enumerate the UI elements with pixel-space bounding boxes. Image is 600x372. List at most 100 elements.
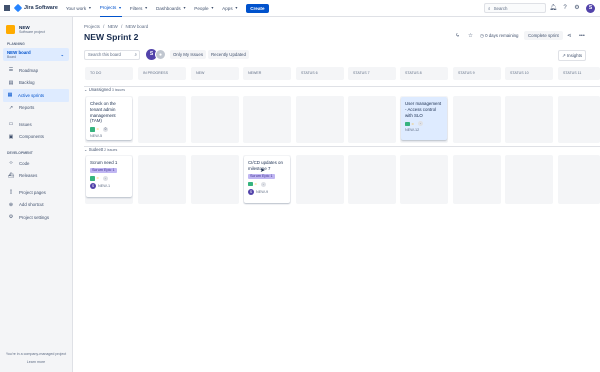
board-selector[interactable]: NEW board Board ⌄ [3, 48, 69, 61]
sidebar-item-components[interactable]: ▣ Components [0, 131, 72, 144]
story-icon [90, 176, 95, 181]
column-header[interactable]: STATUS 7 [348, 67, 396, 80]
nav-apps[interactable]: Apps ▼ [222, 6, 238, 11]
swimlane-header-unassigned[interactable]: ⌄ Unassigned3 issues [84, 87, 125, 92]
settings-icon[interactable]: ⚙ [573, 4, 581, 12]
jira-logo[interactable]: Jira Software [13, 3, 58, 13]
breadcrumb-board[interactable]: NEW board [126, 24, 149, 29]
issue-key[interactable]: NEW-5 [90, 134, 128, 138]
issue-summary: CI/CD updates on milestone 7 [248, 160, 283, 171]
global-search-input[interactable]: ⌕ Search [484, 3, 546, 13]
chevron-down-icon: ▼ [234, 6, 239, 10]
gear-icon: ⚙ [8, 214, 14, 221]
column-header[interactable]: STATUS 9 [453, 67, 501, 80]
company-managed-note: You're in a company-managed project [5, 352, 67, 356]
sidebar-item-roadmap[interactable]: ☰ Roadmap [0, 64, 72, 77]
board-cell [400, 155, 448, 204]
project-avatar-icon [6, 25, 15, 34]
sidebar-item-issues[interactable]: ▭ Issues [0, 118, 72, 131]
page-icon: ▯ [9, 189, 13, 196]
assignee-avatar: S [248, 188, 254, 195]
complete-sprint-button[interactable]: Complete sprint [524, 31, 563, 40]
swimlane-divider [84, 146, 600, 147]
board-cell [558, 96, 600, 143]
issue-key[interactable]: NEW-12 [405, 128, 443, 132]
sidebar-item-code[interactable]: ‹› Code [0, 157, 72, 170]
epic-badge[interactable]: Scrum Epic 1 [248, 173, 275, 179]
issue-summary: User management - Access control with SL… [405, 101, 442, 118]
add-shortcut-icon: ⊕ [8, 201, 14, 208]
issue-card[interactable]: Check on the tenant admin management (TA… [86, 97, 132, 140]
board-cell [505, 155, 553, 204]
column-header[interactable]: STATUS 11 [558, 67, 600, 80]
planning-section-label: PLANNING [7, 42, 25, 46]
only-my-issues-filter[interactable]: Only My Issues [170, 50, 207, 59]
project-header[interactable]: NEW Software project [0, 17, 72, 34]
breadcrumb-projects[interactable]: Projects [84, 24, 100, 29]
board-search-input[interactable]: Search this board ⌕ [84, 50, 140, 60]
share-icon[interactable]: ⋖ [567, 33, 572, 39]
create-button[interactable]: Create [246, 3, 269, 13]
learn-more-link[interactable]: Learn more [0, 360, 72, 364]
breadcrumb-project[interactable]: NEW [108, 24, 118, 29]
jira-logo-icon [13, 3, 23, 13]
sidebar-item-reports[interactable]: ↗ Reports [0, 102, 72, 115]
nav-projects[interactable]: Projects ▼ [99, 0, 122, 17]
project-type: Software project [19, 30, 45, 34]
column-header[interactable]: TO DO [85, 67, 133, 80]
sidebar-item-active-sprints[interactable]: ▦ Active sprints [3, 89, 69, 102]
page-title: NEW Sprint 2 [84, 32, 139, 42]
column-header[interactable]: NEWER [243, 67, 291, 80]
nav-people[interactable]: People ▼ [194, 6, 214, 11]
sidebar-item-releases[interactable]: ⛴ Releases [0, 170, 72, 183]
swimlane-header-sudeett[interactable]: ⌄ Sudeett2 issues [84, 147, 117, 152]
board-cell [558, 155, 600, 204]
ship-icon: ⛴ [8, 172, 15, 179]
app-switcher-icon[interactable] [4, 5, 10, 11]
column-header[interactable]: IN PROGRESS [138, 67, 186, 80]
sidebar-item-add-shortcut[interactable]: ⊕ Add shortcut [0, 199, 72, 212]
column-header[interactable]: NEW [191, 67, 239, 80]
board-cell [348, 155, 396, 204]
priority-medium-icon: = [254, 180, 257, 186]
column-header[interactable]: STATUS 8 [400, 67, 448, 80]
app-name: Jira Software [24, 5, 58, 11]
issue-key[interactable]: S NEW-9 [248, 188, 286, 195]
nav-dashboards[interactable]: Dashboards ▼ [156, 6, 186, 11]
roadmap-icon: ☰ [8, 67, 14, 74]
board-cell [296, 155, 344, 204]
issue-card[interactable]: CI/CD updates on milestone 7 Scrum Epic … [244, 156, 290, 203]
more-icon[interactable]: ••• [579, 33, 585, 39]
sidebar-item-project-settings[interactable]: ⚙ Project settings [0, 211, 72, 224]
board-cell [191, 96, 239, 143]
issue-key[interactable]: S NEW-1 [90, 182, 128, 189]
issue-card[interactable]: Scrum need 1 Scrum Epic 1 = - S NEW-1 [86, 156, 132, 197]
issues-icon: ▭ [8, 121, 14, 128]
story-points-badge: - [418, 121, 423, 127]
column-header[interactable]: STATUS 10 [505, 67, 553, 80]
board-cell [191, 155, 239, 204]
sidebar-item-project-pages[interactable]: ▯ Project pages [0, 186, 72, 199]
search-icon: ⌕ [134, 52, 137, 57]
notifications-icon[interactable]: 🔔︎ [549, 4, 557, 12]
chart-icon: ↗ [8, 104, 14, 111]
user-avatar[interactable]: S [586, 3, 595, 13]
components-icon: ▣ [8, 133, 14, 140]
epic-badge[interactable]: Scrum Epic 1 [90, 167, 117, 173]
insights-button[interactable]: ↗ Insights [558, 50, 587, 61]
nav-your-work[interactable]: Your work ▼ [66, 6, 92, 11]
sidebar-footer: You're in a company-managed project Lear… [0, 348, 72, 364]
help-icon[interactable]: ? [561, 4, 569, 12]
sidebar-item-backlog[interactable]: ▤ Backlog [0, 77, 72, 90]
user-icon: ● [158, 52, 163, 58]
lightning-icon[interactable]: ϟ [456, 33, 459, 39]
column-header[interactable]: STATUS 6 [296, 67, 344, 80]
nav-filters[interactable]: Filters ▼ [130, 6, 148, 11]
unassigned-avatar-filter[interactable]: ● [155, 49, 166, 60]
issue-card[interactable]: User management - Access control with SL… [401, 97, 447, 140]
recently-updated-filter[interactable]: Recently Updated [208, 50, 249, 59]
issue-meta: = 0 [90, 127, 128, 133]
star-icon[interactable]: ☆ [468, 33, 473, 39]
code-icon: ‹› [9, 160, 13, 167]
search-icon: ⌕ [488, 5, 491, 11]
